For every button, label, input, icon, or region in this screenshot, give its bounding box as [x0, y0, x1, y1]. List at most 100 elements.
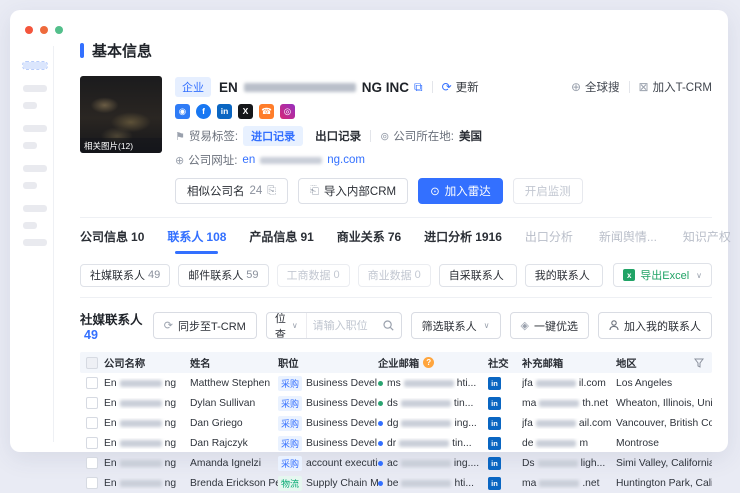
global-search-link[interactable]: 全球搜: [585, 79, 620, 95]
col-name: 姓名: [190, 355, 278, 370]
contact-name: Amanda Ignelzi: [190, 458, 278, 469]
page-title: 基本信息: [92, 40, 152, 61]
table-row[interactable]: Enng Dan Rajczyk 采购Business Devel... drt…: [80, 433, 712, 453]
row-checkbox[interactable]: [86, 477, 98, 489]
sync-tcrm-button[interactable]: ⟳ 同步至T-CRM: [153, 312, 257, 339]
company-name-suffix: NG INC: [362, 80, 409, 95]
search-icon[interactable]: [381, 320, 401, 331]
export-excel-button[interactable]: x 导出Excel ∨: [613, 263, 712, 287]
tcrm-icon: ⊠: [639, 80, 649, 94]
twitter-x-icon[interactable]: X: [238, 104, 253, 119]
copy-icon[interactable]: ⧉: [414, 80, 423, 95]
sidebar-skeleton-item: [23, 102, 37, 109]
website-link[interactable]: en ng.com: [242, 154, 365, 166]
company-photo[interactable]: 相关图片(12): [80, 76, 162, 153]
import-crm-button[interactable]: ⎗ 导入内部CRM: [298, 178, 408, 204]
subtab-business-registry[interactable]: 工商数据0: [277, 264, 350, 287]
region: Montrose: [616, 438, 712, 449]
subtab-business-data[interactable]: 商业数据0: [358, 264, 431, 287]
close-icon[interactable]: [25, 26, 33, 34]
website-suffix: ng.com: [327, 154, 365, 166]
subtab-email-contacts[interactable]: 邮件联系人59: [178, 264, 268, 287]
position-badge: 采购: [278, 396, 302, 411]
linkedin-icon[interactable]: in: [488, 417, 501, 430]
similar-company-count: 24: [250, 185, 263, 197]
subtab-social-contacts[interactable]: 社媒联系人49: [80, 264, 170, 287]
filter-contacts-button[interactable]: 筛选联系人 ∨: [411, 312, 501, 339]
one-click-optimize-button[interactable]: ◈ 一键优选: [510, 312, 589, 339]
row-checkbox[interactable]: [86, 377, 98, 389]
tab-business-relations[interactable]: 商业关系76: [337, 228, 401, 254]
table-row[interactable]: Enng Amanda Ignelzi 采购account executive …: [80, 453, 712, 473]
tab-products[interactable]: 产品信息91: [249, 228, 313, 254]
select-all-checkbox[interactable]: [86, 357, 98, 369]
trade-label: 贸易标签:: [189, 128, 238, 144]
join-tcrm-link[interactable]: 加入T-CRM: [653, 79, 712, 95]
linkedin-icon[interactable]: in: [488, 377, 501, 390]
photo-caption[interactable]: 相关图片(12): [80, 138, 162, 153]
subtab-self-collected[interactable]: 自采联系人: [439, 264, 517, 287]
start-monitor-button[interactable]: 开启监测: [513, 178, 583, 204]
linkedin-icon[interactable]: in: [488, 457, 501, 470]
subtab-my-contacts[interactable]: 我的联系人: [525, 264, 603, 287]
position-badge: 采购: [278, 436, 302, 451]
divider: [629, 81, 630, 93]
join-radar-button[interactable]: ⊙ 加入雷达: [418, 178, 503, 204]
similar-company-button[interactable]: 相似公司名 24 ⎘: [175, 178, 288, 204]
position-query-dropdown[interactable]: 职位查询 ∨: [267, 313, 307, 338]
update-label: 更新: [456, 79, 479, 95]
region: Wheaton, Illinois, United ...: [616, 398, 712, 409]
section-count: 49: [84, 328, 98, 342]
email-status-dot: [378, 481, 383, 486]
col-company: 公司名称: [104, 355, 190, 370]
add-to-my-contacts-button[interactable]: 加入我的联系人: [598, 312, 712, 339]
position-search-input[interactable]: [307, 320, 381, 332]
email-status-dot: [378, 401, 383, 406]
sidebar-skeleton-active-item[interactable]: [23, 62, 47, 69]
tab-contacts[interactable]: 联系人108: [167, 228, 226, 254]
tab-company-info[interactable]: 公司信息10: [80, 228, 144, 254]
row-checkbox[interactable]: [86, 437, 98, 449]
row-checkbox[interactable]: [86, 397, 98, 409]
website-redacted: [260, 157, 322, 164]
facebook-icon[interactable]: f: [196, 104, 211, 119]
enterprise-badge: 企业: [175, 77, 211, 97]
linkedin-icon[interactable]: in: [488, 437, 501, 450]
corner-links: ⊕ 全球搜 ⊠ 加入T-CRM: [571, 79, 712, 95]
sidebar-skeleton-item: [23, 165, 47, 172]
globe-icon: ⊕: [175, 154, 184, 167]
export-record-tag[interactable]: 出口记录: [315, 128, 361, 144]
col-region: 地区: [616, 355, 712, 370]
phone-icon[interactable]: ☎: [259, 104, 274, 119]
location-label: 公司所在地:: [393, 128, 454, 144]
linkedin-icon[interactable]: in: [488, 477, 501, 490]
sidebar-skeleton-item: [23, 125, 47, 132]
title-accent-bar: [80, 43, 84, 58]
tab-intellectual-property[interactable]: 知识产权: [683, 228, 734, 254]
website-row: ⊕ 公司网址: en ng.com: [175, 152, 712, 168]
tab-import-analysis[interactable]: 进口分析1916: [424, 228, 502, 254]
tab-export-analysis[interactable]: 出口分析: [525, 228, 576, 254]
location-icon: ⊚: [380, 130, 389, 143]
row-checkbox[interactable]: [86, 417, 98, 429]
website-social-icon[interactable]: ◉: [175, 104, 190, 119]
table-header-row: 公司名称 姓名 职位 企业邮箱 ? 社交 补充邮箱 地区: [80, 352, 712, 373]
import-crm-label: 导入内部CRM: [324, 183, 396, 199]
linkedin-icon[interactable]: in: [488, 397, 501, 410]
table-row[interactable]: Enng Dylan Sullivan 采购Business Devel... …: [80, 393, 712, 413]
excel-icon: x: [623, 269, 635, 281]
help-icon[interactable]: ?: [423, 357, 434, 368]
linkedin-icon[interactable]: in: [217, 104, 232, 119]
update-button[interactable]: ⟳ 更新: [442, 79, 479, 95]
minimize-icon[interactable]: [40, 26, 48, 34]
table-row[interactable]: Enng Matthew Stephen 采购Business Devel...…: [80, 373, 712, 393]
import-record-tag[interactable]: 进口记录: [243, 126, 303, 146]
table-row[interactable]: Enng Dan Griego 采购Business Devel... dgin…: [80, 413, 712, 433]
contacts-toolbar: 社媒联系人49 ⟳ 同步至T-CRM 职位查询 ∨: [80, 309, 712, 342]
tab-news[interactable]: 新闻舆情...: [599, 228, 660, 254]
table-row[interactable]: Enng Brenda Erickson Pe 物流Supply Chain M…: [80, 473, 712, 493]
instagram-icon[interactable]: ◎: [280, 104, 295, 119]
row-checkbox[interactable]: [86, 457, 98, 469]
filter-funnel-icon[interactable]: [694, 358, 704, 368]
col-email: 企业邮箱 ?: [378, 355, 488, 370]
